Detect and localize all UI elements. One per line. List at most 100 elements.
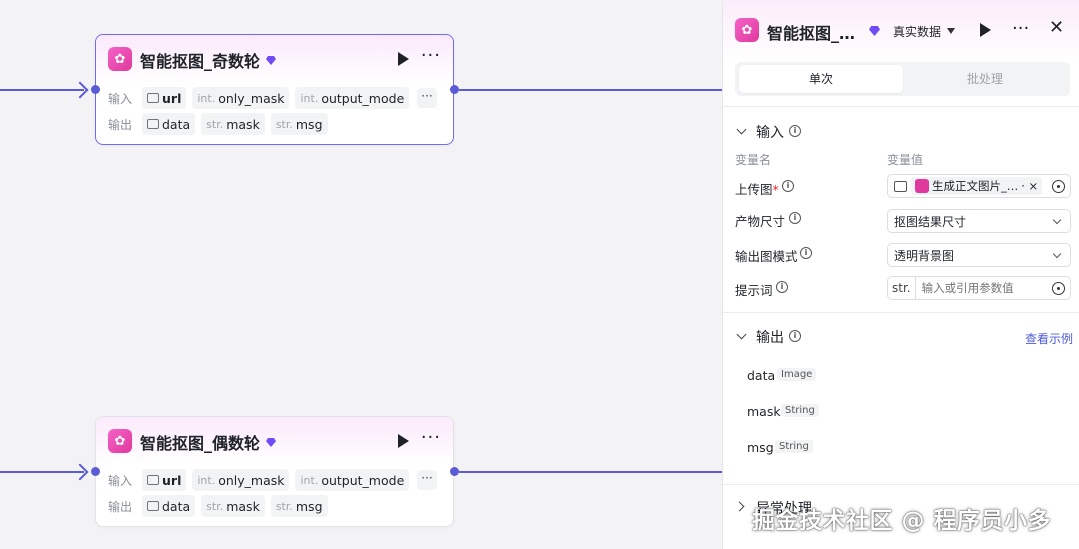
output-chip-msg[interactable]: str. msg [270, 113, 328, 135]
reference-chip[interactable]: 生成正文图片_… · × [911, 177, 1043, 195]
watermark: 掘金技术社区 @ 程序员小多 [752, 508, 1052, 534]
node-inputs-row: 输入 url int. only_mask int. output_mode [108, 469, 410, 491]
node-inputs-row: 输入 url int. only_mask int. output_mode [108, 87, 410, 109]
node1-input-port[interactable] [91, 85, 100, 94]
tab-single[interactable]: 单次 [739, 65, 903, 93]
info-icon: i [789, 330, 801, 342]
node-title: 智能抠图_奇数轮 [140, 48, 277, 72]
output-type-badge: String [775, 440, 813, 453]
variable-ref-icon[interactable] [1052, 180, 1065, 193]
variable-ref-icon[interactable] [1052, 282, 1065, 295]
node2-input-port[interactable] [91, 467, 100, 476]
node-test-panel: ✿ 智能抠图_… 真实数据 ··· ✕ 单次 批处理 输入 i 变量名 变量值 … [722, 0, 1079, 549]
node-more-button[interactable]: ··· [421, 45, 441, 66]
input-chip-url[interactable]: url [142, 87, 187, 109]
prompt-text-input[interactable] [921, 281, 1042, 295]
node-matting-odd[interactable]: ✿ 智能抠图_奇数轮 ··· 输入 url int. only_mask int.… [95, 34, 454, 145]
image-type-icon [147, 119, 159, 129]
output-chip-data[interactable]: data [142, 495, 196, 517]
output-name-data: data [747, 368, 776, 383]
output-size-select[interactable]: 抠图结果尺寸 [887, 209, 1071, 233]
output-type-badge: Image [777, 368, 817, 381]
input-chip-only-mask[interactable]: int. only_mask [192, 87, 290, 109]
node-matting-even[interactable]: ✿ 智能抠图_偶数轮 ··· 输入 url int. only_mask int.… [95, 416, 454, 527]
field-label-size: 产物尺寸 [735, 214, 786, 229]
run-node-button[interactable] [398, 52, 409, 66]
image-matting-icon: ✿ [108, 429, 132, 453]
edge-outgoing-2 [459, 471, 722, 473]
inputs-more-button[interactable]: ··· [417, 470, 437, 490]
divider [723, 484, 1079, 485]
input-section-title: 输入 [756, 125, 784, 141]
image-type-icon [894, 180, 907, 192]
output-name-mask: mask [747, 404, 781, 419]
upload-image-field[interactable]: 生成正文图片_… · × [887, 174, 1071, 198]
output-chip-mask[interactable]: str. mask [201, 113, 265, 135]
run-mode-tabs: 单次 批处理 [735, 62, 1070, 96]
outputs-label: 输出 [108, 117, 133, 132]
chevron-down-icon [1052, 215, 1062, 225]
input-chip-url[interactable]: url [142, 469, 187, 491]
panel-title: 智能抠图_… [767, 24, 856, 43]
output-name-msg: msg [747, 440, 774, 455]
arrow-head-1 [71, 81, 89, 99]
tab-batch[interactable]: 批处理 [903, 65, 1067, 93]
node1-output-port[interactable] [450, 85, 459, 94]
collapse-input-icon[interactable] [736, 124, 747, 135]
output-section-title: 输出 [756, 330, 784, 346]
inputs-label: 输入 [108, 473, 133, 488]
image-matting-icon: ✿ [108, 47, 132, 71]
inputs-label: 输入 [108, 91, 133, 106]
collapse-output-icon[interactable] [736, 329, 747, 340]
prompt-input[interactable]: str. [887, 276, 1071, 300]
close-icon[interactable]: ✕ [1049, 17, 1064, 38]
input-chip-only-mask[interactable]: int. only_mask [192, 469, 290, 491]
info-icon: i [782, 180, 794, 192]
input-chip-output-mode[interactable]: int. output_mode [295, 469, 410, 491]
premium-diamond-icon [266, 56, 277, 65]
image-type-icon [147, 93, 159, 103]
column-header-value: 变量值 [887, 153, 924, 167]
node-outputs-row: 输出 data str. mask str. msg [108, 113, 328, 135]
remove-icon[interactable]: · × [1021, 179, 1038, 193]
divider [723, 312, 1079, 313]
output-mode-select[interactable]: 透明背景图 [887, 243, 1071, 267]
output-chip-msg[interactable]: str. msg [270, 495, 328, 517]
field-label-prompt: 提示词 [735, 283, 773, 298]
info-icon: i [789, 125, 801, 137]
image-gen-icon [915, 179, 929, 193]
run-node-button[interactable] [398, 434, 409, 448]
edge-outgoing-1 [459, 89, 722, 91]
output-type-badge: String [781, 404, 819, 417]
view-example-link[interactable]: 查看示例 [1025, 330, 1073, 347]
image-type-icon [147, 475, 159, 485]
chevron-down-icon [1052, 249, 1062, 259]
field-label-upload: 上传图* [735, 182, 779, 197]
info-icon: i [789, 212, 801, 224]
info-icon: i [776, 281, 788, 293]
premium-diamond-icon [266, 438, 277, 447]
arrow-head-2 [71, 463, 89, 481]
panel-more-button[interactable]: ··· [1012, 18, 1029, 39]
column-header-name: 变量名 [735, 153, 772, 167]
node-title: 智能抠图_偶数轮 [140, 430, 277, 454]
data-mode-select[interactable]: 真实数据 [893, 23, 941, 40]
input-chip-output-mode[interactable]: int. output_mode [295, 87, 410, 109]
output-chip-mask[interactable]: str. mask [201, 495, 265, 517]
divider [723, 106, 1079, 107]
field-label-output-mode: 输出图模式 [735, 249, 798, 264]
image-matting-icon: ✿ [735, 18, 759, 42]
caret-down-icon[interactable] [947, 28, 955, 34]
info-icon: i [800, 247, 812, 259]
image-type-icon [147, 501, 159, 511]
run-button[interactable] [980, 23, 991, 37]
outputs-label: 输出 [108, 499, 133, 514]
node-more-button[interactable]: ··· [421, 427, 441, 448]
workflow-canvas[interactable]: ✿ 智能抠图_奇数轮 ··· 输入 url int. only_mask int.… [0, 0, 722, 549]
expand-exception-icon[interactable] [734, 501, 745, 512]
string-type-tag: str. [888, 277, 916, 299]
output-chip-data[interactable]: data [142, 113, 196, 135]
inputs-more-button[interactable]: ··· [417, 88, 437, 108]
node-outputs-row: 输出 data str. mask str. msg [108, 495, 328, 517]
node2-output-port[interactable] [450, 467, 459, 476]
